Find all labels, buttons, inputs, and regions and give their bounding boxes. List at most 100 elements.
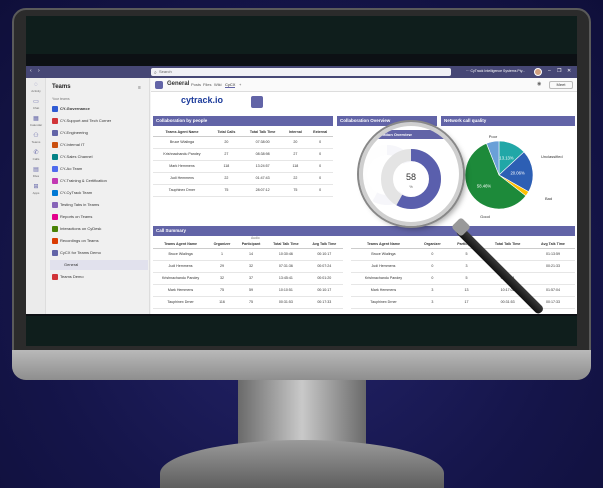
sidebar-item-label: CyCX for Teams Demo — [60, 250, 101, 255]
tab-cycx[interactable]: CyCX — [225, 82, 236, 88]
table-cell: Tauphinex Drner — [153, 296, 209, 309]
sidebar-item-label: CY-Sales Channel — [60, 154, 93, 159]
rail-item-calls[interactable]: ✆ Calls — [28, 150, 44, 161]
sidebar-item[interactable]: Testing Tabs in Teams — [50, 200, 148, 210]
call-summary-title: Call Summary — [153, 226, 575, 236]
team-avatar-icon — [52, 214, 58, 220]
pie-data-label: 13.13% — [499, 155, 513, 160]
table-cell: 00:10:17 — [305, 248, 343, 261]
network-quality-title: Network call quality — [441, 116, 575, 126]
table-cell: 13:24:57 — [241, 160, 284, 173]
filter-icon[interactable]: ≡ — [138, 85, 141, 91]
table-cell: Krishnachandu Pandey — [153, 148, 211, 161]
column-header: External — [307, 128, 333, 137]
sidebar-section-label: Your teams — [52, 97, 70, 101]
sidebar-item[interactable]: Recordings on Teams — [50, 236, 148, 246]
add-tab-button[interactable]: + — [239, 82, 241, 87]
sidebar-item[interactable]: CY-Internal IT — [50, 140, 148, 150]
apps-icon: ⊞ — [33, 184, 39, 190]
table-row: Judi Hemmens 0 3 00:21:33 — [351, 260, 575, 273]
table-cell: 3 — [448, 260, 485, 273]
sidebar-item[interactable]: CY-CyTrack Team — [50, 188, 148, 198]
table-cell: 27 — [210, 148, 242, 161]
sidebar-item[interactable]: Interactions on CyDesk — [50, 224, 148, 234]
sidebar-item[interactable]: CY-Support and Tech Corner — [50, 116, 148, 126]
table-cell: 0 — [307, 148, 333, 161]
table-row: Tauphinex Drner 75 28:07:12 75 0 — [153, 184, 333, 197]
table-cell: 00:10:17 — [305, 284, 343, 297]
table-cell: 01:47:43 — [241, 172, 284, 185]
sidebar-item[interactable]: Teams Demo — [50, 272, 148, 282]
sidebar-item-label: Reports on Teams — [60, 214, 93, 219]
sidebar-item[interactable]: CY-Training & Certification — [50, 176, 148, 186]
rail-label: Files — [32, 174, 40, 178]
table-cell: 0 — [415, 248, 449, 261]
column-header: Internal — [283, 128, 308, 137]
table-cell: 3 — [415, 296, 449, 309]
rail-item-chat[interactable]: ▭ Chat — [28, 99, 44, 110]
tab-wiki[interactable]: Wiki — [214, 82, 222, 87]
table-cell: 20 — [210, 136, 242, 149]
table-cell: Judi Hemmens — [153, 172, 211, 185]
table-cell: 75 — [283, 184, 308, 197]
column-header: Teams Agent Name — [153, 240, 209, 249]
monitor-chin — [12, 350, 591, 380]
table-cell: 01:57:04 — [530, 284, 575, 297]
sidebar-item[interactable]: CyCX for Teams Demo — [50, 248, 148, 258]
table-cell: 29 — [208, 260, 236, 273]
org-name[interactable]: ··· CyTrack Intelligence Systems Pty... — [466, 69, 525, 73]
sidebar-item-label: CY-Engineering — [60, 130, 88, 135]
table-cell: 00:07:24 — [305, 260, 343, 273]
team-avatar-icon — [52, 154, 58, 160]
rail-item-teams[interactable]: ⚇ Teams — [28, 133, 44, 144]
rail-item-apps[interactable]: ⊞ Apps — [28, 184, 44, 195]
column-header: Participant — [235, 240, 267, 249]
sidebar-item-label: General — [64, 262, 79, 267]
sidebar-item[interactable]: CY-Sales Channel — [50, 152, 148, 162]
sidebar-item[interactable]: CY-Governance — [50, 104, 148, 114]
team-avatar-icon — [52, 142, 58, 148]
rail-item-files[interactable]: ▤ Files — [28, 167, 44, 178]
app-icon[interactable] — [251, 96, 263, 108]
teams-sidebar: Teams ≡ Your teams CY-Governance CY-Suppo… — [46, 78, 150, 314]
sidebar-item[interactable]: CY-Engineering — [50, 128, 148, 138]
sidebar-item[interactable]: CY-Ao Team — [50, 164, 148, 174]
sidebar-item[interactable]: Reports on Teams — [50, 212, 148, 222]
table-cell: 59 — [235, 284, 267, 297]
overview-value: 58 — [406, 172, 416, 182]
table-cell: 20 — [283, 136, 308, 149]
tab-posts[interactable]: Posts — [191, 82, 201, 87]
call-summary-table: Teams Agent Name Organizer Participant Tota… — [153, 240, 343, 309]
table-cell — [530, 272, 575, 285]
search-input[interactable]: ⌕ Search — [151, 68, 451, 76]
table-cell: 0 — [307, 160, 333, 173]
back-arrow-icon[interactable]: ‹ — [30, 68, 32, 74]
sidebar-item-label: CY-CyTrack Team — [60, 190, 93, 195]
table-cell: 28:07:12 — [241, 184, 284, 197]
tab-files[interactable]: Files — [203, 82, 211, 87]
table-cell: 5 — [448, 272, 485, 285]
rail-item-activity[interactable]: ◌ Activity — [28, 82, 44, 93]
sidebar-item-label: Teams Demo — [60, 274, 84, 279]
rail-label: Chat — [32, 106, 40, 110]
forward-arrow-icon[interactable]: › — [38, 68, 40, 74]
sidebar-item-label: CY-Ao Team — [60, 166, 83, 171]
camera-icon[interactable]: ◉ — [537, 81, 541, 87]
close-icon[interactable]: ✕ — [567, 68, 571, 74]
rail-item-calendar[interactable]: ▦ Calendar — [28, 116, 44, 127]
table-cell: Tauphinex Drner — [153, 184, 211, 197]
table-row: Mark Hemmens 75 59 10:10:51 00:10:17 — [153, 284, 343, 297]
magnifier-lens: Collaboration Overview 58 % — [359, 122, 463, 226]
avatar[interactable] — [534, 68, 542, 76]
more-options-icon[interactable]: ··· — [466, 69, 470, 73]
monitor-screen: ‹ › ⌕ Search ··· CyTrack Intelligence Sy… — [26, 16, 577, 346]
rail-label: Calendar — [29, 123, 43, 127]
maximize-icon[interactable]: ❐ — [557, 68, 561, 74]
table-cell: Bruce Wialinga — [153, 136, 211, 149]
table-cell: 27 — [283, 148, 308, 161]
table-cell: Tauphinex Drner — [351, 296, 416, 309]
table-row: Krishnachandu Pandey 27 08:38:98 27 0 — [153, 148, 333, 161]
sidebar-item[interactable]: General — [50, 260, 148, 270]
minimize-icon[interactable]: – — [548, 68, 551, 74]
meet-button[interactable]: Meet — [549, 81, 573, 89]
